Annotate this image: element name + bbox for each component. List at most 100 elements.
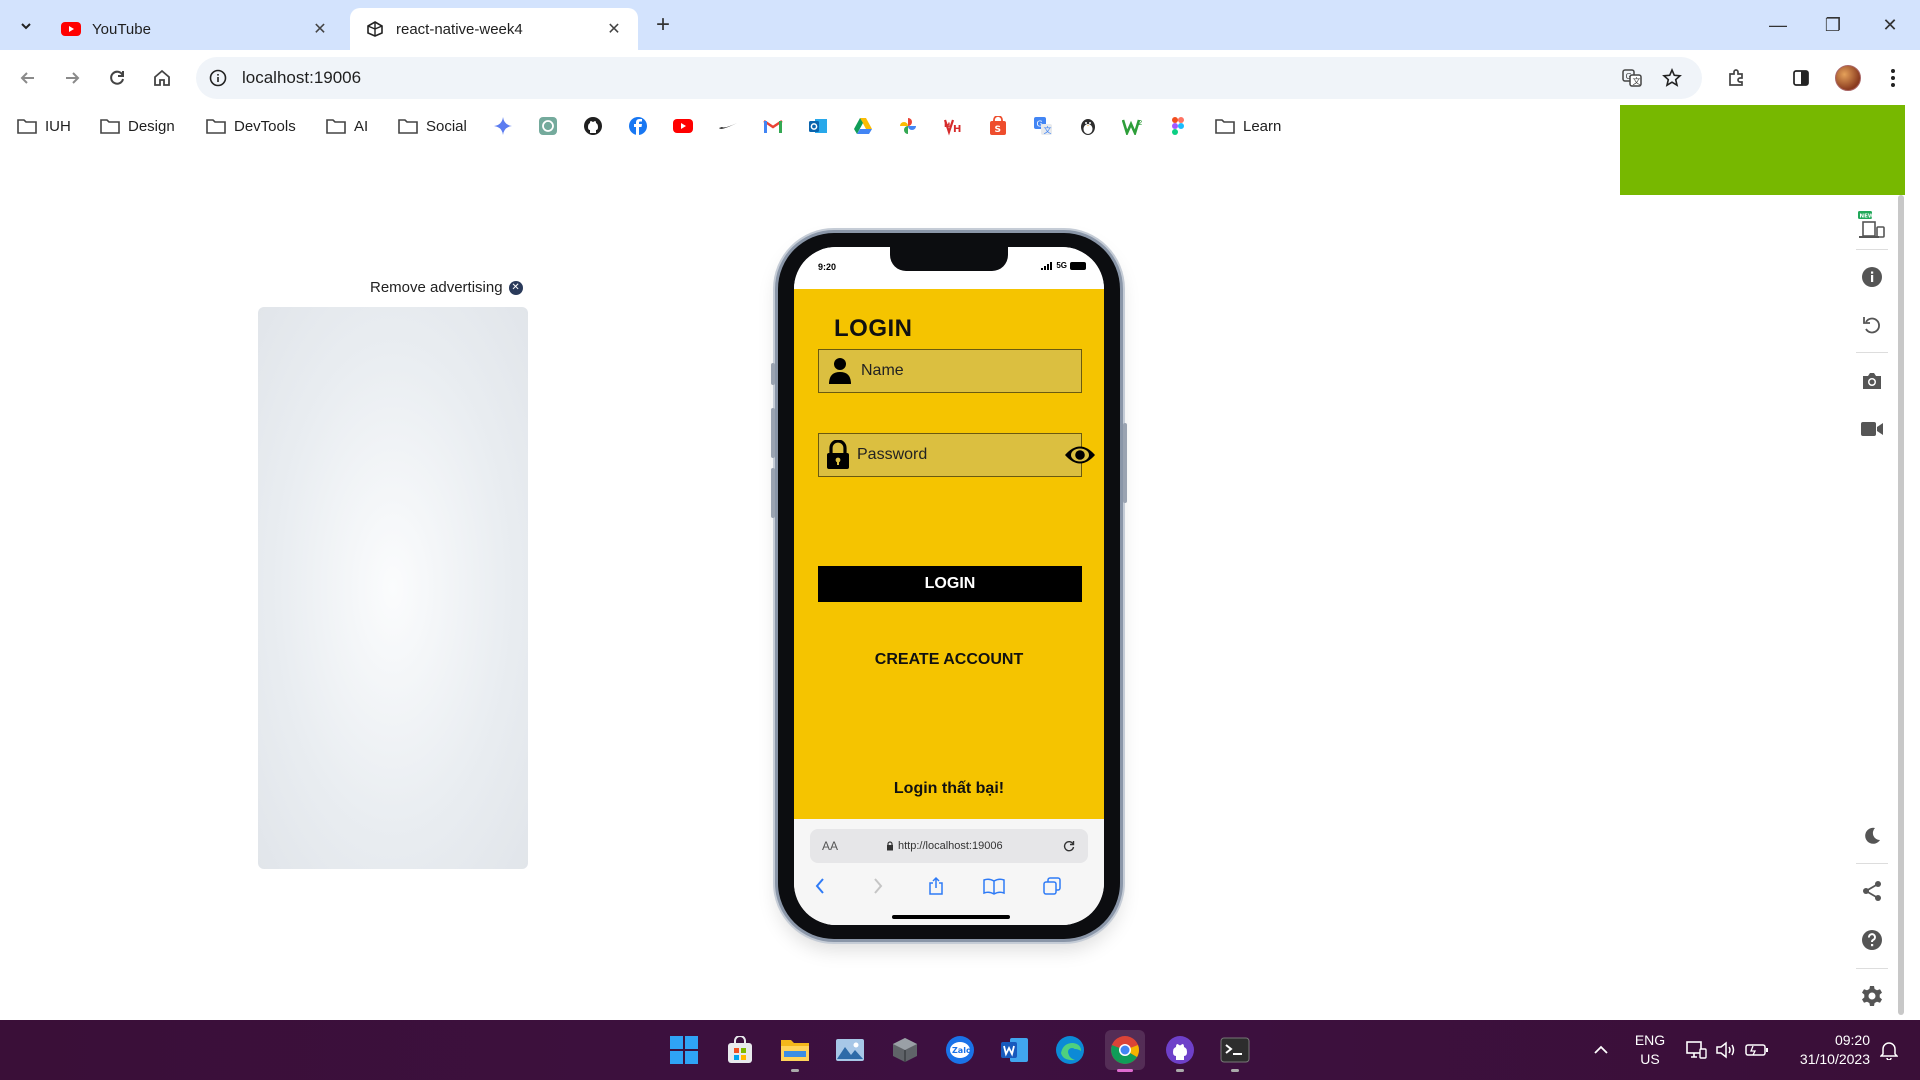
new-tab-button[interactable]: + bbox=[650, 11, 676, 38]
create-account-link[interactable]: CREATE ACCOUNT bbox=[794, 651, 1104, 669]
profile-avatar[interactable] bbox=[1835, 65, 1861, 91]
tab-react-native-week4[interactable]: react-native-week4 ✕ bbox=[350, 8, 638, 50]
kebab-menu-icon bbox=[1891, 69, 1895, 87]
remove-advertising-label: Remove advertising bbox=[370, 279, 503, 296]
share-button[interactable] bbox=[1857, 876, 1887, 906]
info-button[interactable] bbox=[1857, 262, 1887, 292]
taskbar-github-desktop[interactable] bbox=[1160, 1030, 1200, 1072]
taskbar-app-cube[interactable] bbox=[885, 1030, 925, 1070]
scrollbar-thumb[interactable] bbox=[1898, 195, 1904, 1015]
safari-back-button[interactable] bbox=[806, 873, 834, 899]
extensions-button[interactable] bbox=[1721, 63, 1751, 93]
taskbar-store[interactable] bbox=[720, 1030, 760, 1070]
safari-share-button[interactable] bbox=[922, 873, 950, 899]
notifications-button[interactable] bbox=[1874, 1030, 1904, 1070]
settings-button[interactable] bbox=[1857, 981, 1887, 1011]
bookmark-folder-design[interactable]: Design bbox=[100, 114, 175, 138]
nike-icon[interactable] bbox=[717, 115, 739, 137]
eye-icon[interactable] bbox=[1064, 440, 1096, 470]
bookmark-folder-ai[interactable]: AI bbox=[326, 114, 368, 138]
dark-mode-button[interactable] bbox=[1857, 821, 1887, 851]
start-button[interactable] bbox=[664, 1030, 704, 1070]
tab-youtube[interactable]: YouTube ✕ bbox=[46, 8, 344, 50]
side-panel-button[interactable] bbox=[1786, 63, 1816, 93]
bookmark-folder-learn[interactable]: Learn bbox=[1215, 114, 1281, 138]
figma-icon[interactable] bbox=[1167, 115, 1189, 137]
forward-button[interactable] bbox=[57, 63, 87, 93]
home-button[interactable] bbox=[147, 63, 177, 93]
bookmark-folder-social[interactable]: Social bbox=[398, 114, 467, 138]
reader-aa-button[interactable]: AA bbox=[822, 839, 838, 853]
name-field[interactable] bbox=[818, 349, 1082, 393]
taskbar-word[interactable] bbox=[995, 1030, 1035, 1070]
outlook-icon[interactable] bbox=[807, 115, 829, 137]
penguin-icon[interactable] bbox=[1077, 115, 1099, 137]
login-button[interactable]: LOGIN bbox=[818, 566, 1082, 602]
safari-forward-button[interactable] bbox=[864, 873, 892, 899]
star-icon[interactable] bbox=[1660, 66, 1684, 90]
taskbar-edge[interactable] bbox=[1050, 1030, 1090, 1070]
chatgpt-icon[interactable] bbox=[537, 115, 559, 137]
wordwall-icon[interactable]: 2 bbox=[1122, 115, 1144, 137]
taskbar: Zalo ENG US 09:20 31/10/2023 bbox=[0, 1020, 1920, 1080]
bookmark-folder-devtools[interactable]: DevTools bbox=[206, 114, 296, 138]
translate-icon[interactable]: G文 bbox=[1032, 115, 1054, 137]
input-language[interactable]: ENG US bbox=[1628, 1031, 1672, 1069]
address-bar[interactable]: localhost:19006 G文 bbox=[196, 57, 1702, 99]
password-input[interactable] bbox=[851, 434, 1064, 476]
github-icon[interactable] bbox=[582, 115, 604, 137]
devices-new-button[interactable]: NEW bbox=[1857, 210, 1887, 240]
book-icon bbox=[983, 878, 1005, 895]
bookmark-folder-iuh[interactable]: IUH bbox=[17, 114, 71, 138]
taskbar-photos[interactable] bbox=[830, 1030, 870, 1070]
shopee-icon[interactable]: S bbox=[987, 115, 1009, 137]
tray-battery[interactable] bbox=[1742, 1030, 1772, 1070]
close-tab-icon[interactable]: ✕ bbox=[604, 19, 624, 39]
photos-icon[interactable] bbox=[897, 115, 919, 137]
sidebar-divider bbox=[1856, 352, 1888, 353]
name-input[interactable] bbox=[855, 350, 1081, 392]
running-indicator bbox=[1231, 1069, 1239, 1072]
restore-button[interactable]: ❐ bbox=[1818, 10, 1848, 40]
chevron-up-icon bbox=[1594, 1045, 1608, 1054]
vieon-icon[interactable]: ᴴH bbox=[942, 115, 964, 137]
screenshot-button[interactable] bbox=[1857, 366, 1887, 396]
tab-search-button[interactable] bbox=[12, 12, 40, 40]
clock[interactable]: 09:20 31/10/2023 bbox=[1780, 1031, 1870, 1069]
safari-bookmarks-button[interactable] bbox=[980, 873, 1008, 899]
word-icon bbox=[1001, 1038, 1028, 1062]
gemini-icon[interactable] bbox=[492, 115, 514, 137]
back-button[interactable] bbox=[13, 63, 43, 93]
reload-button[interactable] bbox=[102, 63, 132, 93]
password-field[interactable] bbox=[818, 433, 1095, 477]
close-tab-icon[interactable]: ✕ bbox=[310, 19, 330, 39]
network-label: 5G bbox=[1056, 261, 1067, 270]
tray-overflow-button[interactable] bbox=[1582, 1030, 1620, 1070]
youtube-icon bbox=[60, 18, 82, 40]
rotate-button[interactable] bbox=[1857, 310, 1887, 340]
minimize-button[interactable]: — bbox=[1763, 10, 1793, 40]
folder-icon bbox=[326, 119, 346, 134]
clock-time: 09:20 bbox=[1834, 1032, 1870, 1048]
close-window-button[interactable]: ✕ bbox=[1875, 10, 1905, 40]
tray-network[interactable] bbox=[1682, 1030, 1710, 1070]
translate-icon[interactable]: G文 bbox=[1620, 66, 1644, 90]
record-button[interactable] bbox=[1857, 414, 1887, 444]
windows-icon bbox=[670, 1036, 698, 1064]
youtube-icon[interactable] bbox=[672, 115, 694, 137]
safari-address-bar[interactable]: AA http://localhost:19006 bbox=[810, 829, 1088, 863]
facebook-icon[interactable] bbox=[627, 115, 649, 137]
reload-icon[interactable] bbox=[1060, 837, 1078, 855]
taskbar-chrome[interactable] bbox=[1105, 1030, 1145, 1072]
help-button[interactable] bbox=[1857, 925, 1887, 955]
taskbar-terminal[interactable] bbox=[1215, 1030, 1255, 1072]
tray-volume[interactable] bbox=[1712, 1030, 1740, 1070]
taskbar-file-explorer[interactable] bbox=[775, 1030, 815, 1072]
gmail-icon[interactable] bbox=[762, 115, 784, 137]
remove-advertising-link[interactable]: Remove advertising ✕ bbox=[370, 279, 523, 296]
menu-button[interactable] bbox=[1878, 63, 1908, 93]
drive-icon[interactable] bbox=[852, 115, 874, 137]
info-icon[interactable] bbox=[206, 66, 230, 90]
taskbar-zalo[interactable]: Zalo bbox=[940, 1030, 980, 1070]
safari-tabs-button[interactable] bbox=[1038, 873, 1066, 899]
